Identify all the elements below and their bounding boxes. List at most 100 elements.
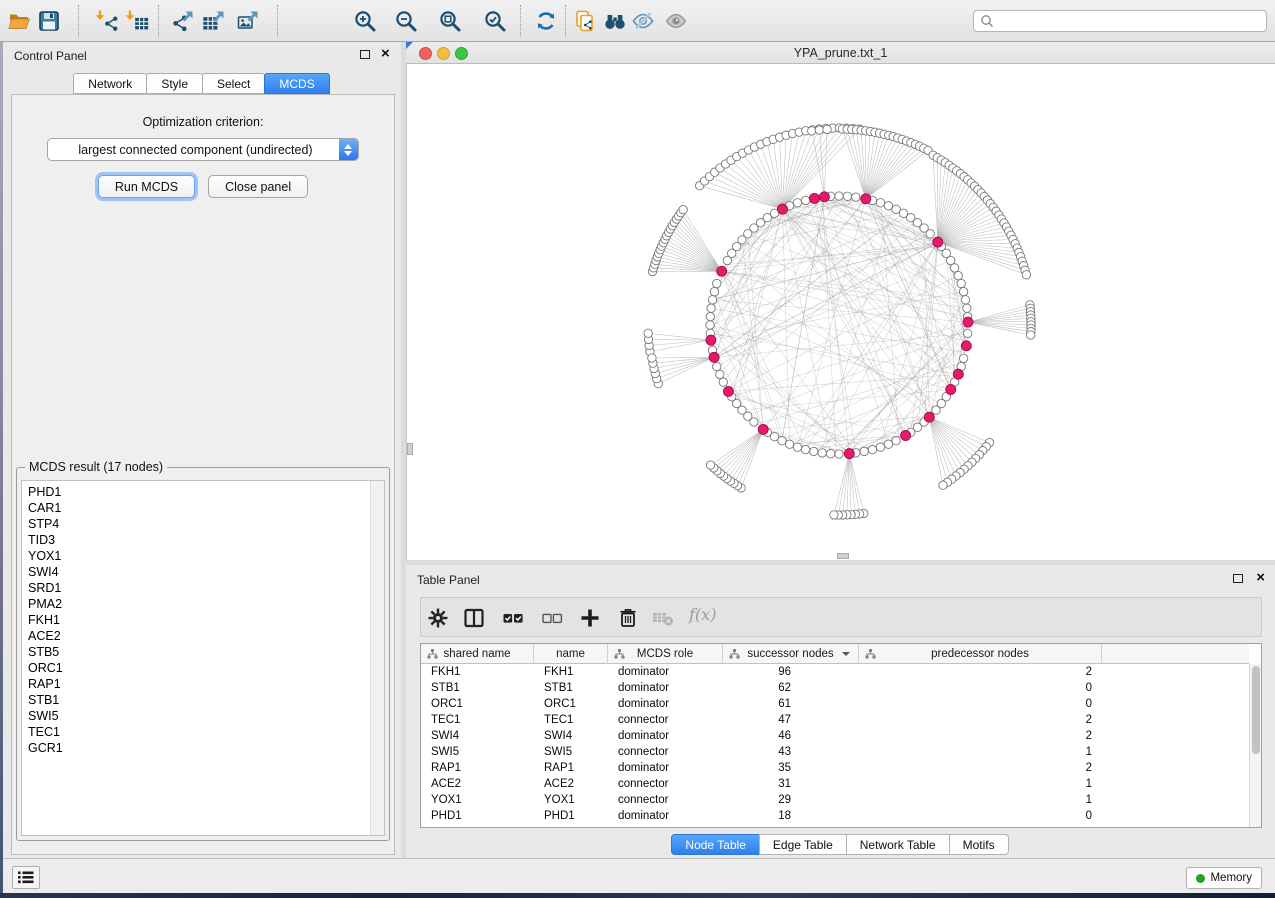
table-cell[interactable]: 0 (859, 808, 1102, 824)
table-cell[interactable]: RAP1 (421, 760, 534, 776)
zoom-fit-icon[interactable] (438, 9, 462, 33)
close-table-panel-icon[interactable]: × (1256, 568, 1265, 588)
zoom-selected-icon[interactable] (483, 9, 507, 33)
tab-node-table[interactable]: Node Table (671, 834, 760, 855)
close-panel-icon[interactable]: × (381, 44, 390, 64)
table-cell[interactable]: dominator (608, 664, 723, 680)
table-cell[interactable]: TEC1 (421, 712, 534, 728)
table-cell[interactable]: 62 (723, 680, 859, 696)
open-folder-icon[interactable] (8, 9, 32, 33)
tab-network-table[interactable]: Network Table (846, 834, 950, 855)
table-scrollbar[interactable] (1249, 664, 1261, 827)
table-cell[interactable]: connector (608, 712, 723, 728)
table-cell[interactable]: PHD1 (421, 808, 534, 824)
mcds-result-item[interactable]: GCR1 (22, 740, 384, 756)
mcds-result-item[interactable]: ACE2 (22, 628, 384, 644)
table-cell[interactable]: TEC1 (534, 712, 608, 728)
table-cell[interactable]: YOX1 (421, 792, 534, 808)
table-cell[interactable]: dominator (608, 696, 723, 712)
eye-slash-icon[interactable] (631, 9, 655, 33)
optimization-criterion-select[interactable]: largest connected component (undirected) (47, 138, 359, 161)
table-cell[interactable]: 61 (723, 696, 859, 712)
table-cell[interactable]: 47 (723, 712, 859, 728)
mcds-result-item[interactable]: TID3 (22, 532, 384, 548)
function-builder-icon[interactable]: f(x) (689, 605, 716, 624)
table-cell[interactable]: 0 (859, 696, 1102, 712)
search-input[interactable] (998, 13, 1260, 29)
table-cell[interactable]: RAP1 (534, 760, 608, 776)
save-icon[interactable] (37, 9, 61, 33)
mcds-result-item[interactable]: CAR1 (22, 500, 384, 516)
mcds-result-item[interactable]: PHD1 (22, 484, 384, 500)
export-image-icon[interactable] (236, 9, 260, 33)
table-cell[interactable]: SWI5 (534, 744, 608, 760)
mcds-result-item[interactable]: STP4 (22, 516, 384, 532)
deselect-all-columns-icon[interactable] (540, 606, 564, 630)
zoom-in-icon[interactable] (353, 9, 377, 33)
search-box[interactable] (973, 10, 1267, 32)
table-cell[interactable]: 2 (859, 760, 1102, 776)
column-header-MCDS-role[interactable]: MCDS role (608, 644, 723, 664)
table-cell[interactable]: 46 (723, 728, 859, 744)
table-cell[interactable]: 96 (723, 664, 859, 680)
table-cell[interactable]: STB1 (421, 680, 534, 696)
tab-mcds[interactable]: MCDS (264, 73, 329, 94)
mcds-result-item[interactable]: SRD1 (22, 580, 384, 596)
column-header-name[interactable]: name (534, 644, 608, 664)
table-row[interactable]: YOX1YOX1connector291 (421, 792, 1249, 808)
canvas-vertical-scroll-thumb[interactable] (407, 443, 413, 455)
memory-button[interactable]: Memory (1186, 867, 1262, 889)
table-row[interactable]: ACE2ACE2connector311 (421, 776, 1249, 792)
table-cell[interactable]: FKH1 (421, 664, 534, 680)
table-cell[interactable]: dominator (608, 680, 723, 696)
table-row[interactable]: FKH1FKH1dominator962 (421, 664, 1249, 680)
import-table-icon[interactable] (125, 9, 149, 33)
column-header-shared-name[interactable]: shared name (421, 644, 534, 664)
tab-edge-table[interactable]: Edge Table (759, 834, 847, 855)
delete-table-icon[interactable] (651, 606, 675, 630)
mcds-result-item[interactable]: TEC1 (22, 724, 384, 740)
table-scroll-thumb[interactable] (1252, 666, 1260, 754)
eye-icon[interactable] (664, 9, 688, 33)
table-cell[interactable]: ACE2 (534, 776, 608, 792)
mcds-result-item[interactable]: RAP1 (22, 676, 384, 692)
column-header-predecessor-nodes[interactable]: predecessor nodes (859, 644, 1102, 664)
tab-style[interactable]: Style (146, 73, 203, 94)
delete-column-icon[interactable] (616, 606, 640, 630)
table-row[interactable]: RAP1RAP1dominator352 (421, 760, 1249, 776)
table-cell[interactable]: 1 (859, 776, 1102, 792)
table-cell[interactable]: 2 (859, 664, 1102, 680)
table-cell[interactable]: dominator (608, 808, 723, 824)
clone-network-icon[interactable] (573, 9, 597, 33)
table-cell[interactable]: connector (608, 744, 723, 760)
mcds-result-item[interactable]: ORC1 (22, 660, 384, 676)
table-cell[interactable]: FKH1 (534, 664, 608, 680)
float-panel-icon[interactable] (360, 50, 370, 59)
table-cell[interactable]: dominator (608, 728, 723, 744)
table-cell[interactable]: 18 (723, 808, 859, 824)
column-header-successor-nodes[interactable]: successor nodes (723, 644, 859, 664)
split-columns-icon[interactable] (462, 606, 486, 630)
select-all-columns-icon[interactable] (501, 606, 525, 630)
table-cell[interactable]: 31 (723, 776, 859, 792)
table-cell[interactable]: connector (608, 776, 723, 792)
mcds-result-item[interactable]: STB5 (22, 644, 384, 660)
mcds-result-item[interactable]: STB1 (22, 692, 384, 708)
table-cell[interactable]: 29 (723, 792, 859, 808)
table-cell[interactable]: PHD1 (534, 808, 608, 824)
table-cell[interactable]: dominator (608, 760, 723, 776)
add-column-icon[interactable] (578, 606, 602, 630)
table-cell[interactable]: connector (608, 792, 723, 808)
table-cell[interactable]: 1 (859, 792, 1102, 808)
table-cell[interactable]: ACE2 (421, 776, 534, 792)
table-cell[interactable]: 2 (859, 712, 1102, 728)
tab-network[interactable]: Network (73, 73, 147, 94)
binoculars-icon[interactable] (603, 9, 627, 33)
table-cell[interactable]: ORC1 (421, 696, 534, 712)
table-cell[interactable]: 35 (723, 760, 859, 776)
table-cell[interactable]: SWI5 (421, 744, 534, 760)
table-cell[interactable]: SWI4 (421, 728, 534, 744)
table-cell[interactable]: 0 (859, 680, 1102, 696)
close-panel-button[interactable]: Close panel (208, 175, 308, 198)
tab-select[interactable]: Select (202, 73, 265, 94)
